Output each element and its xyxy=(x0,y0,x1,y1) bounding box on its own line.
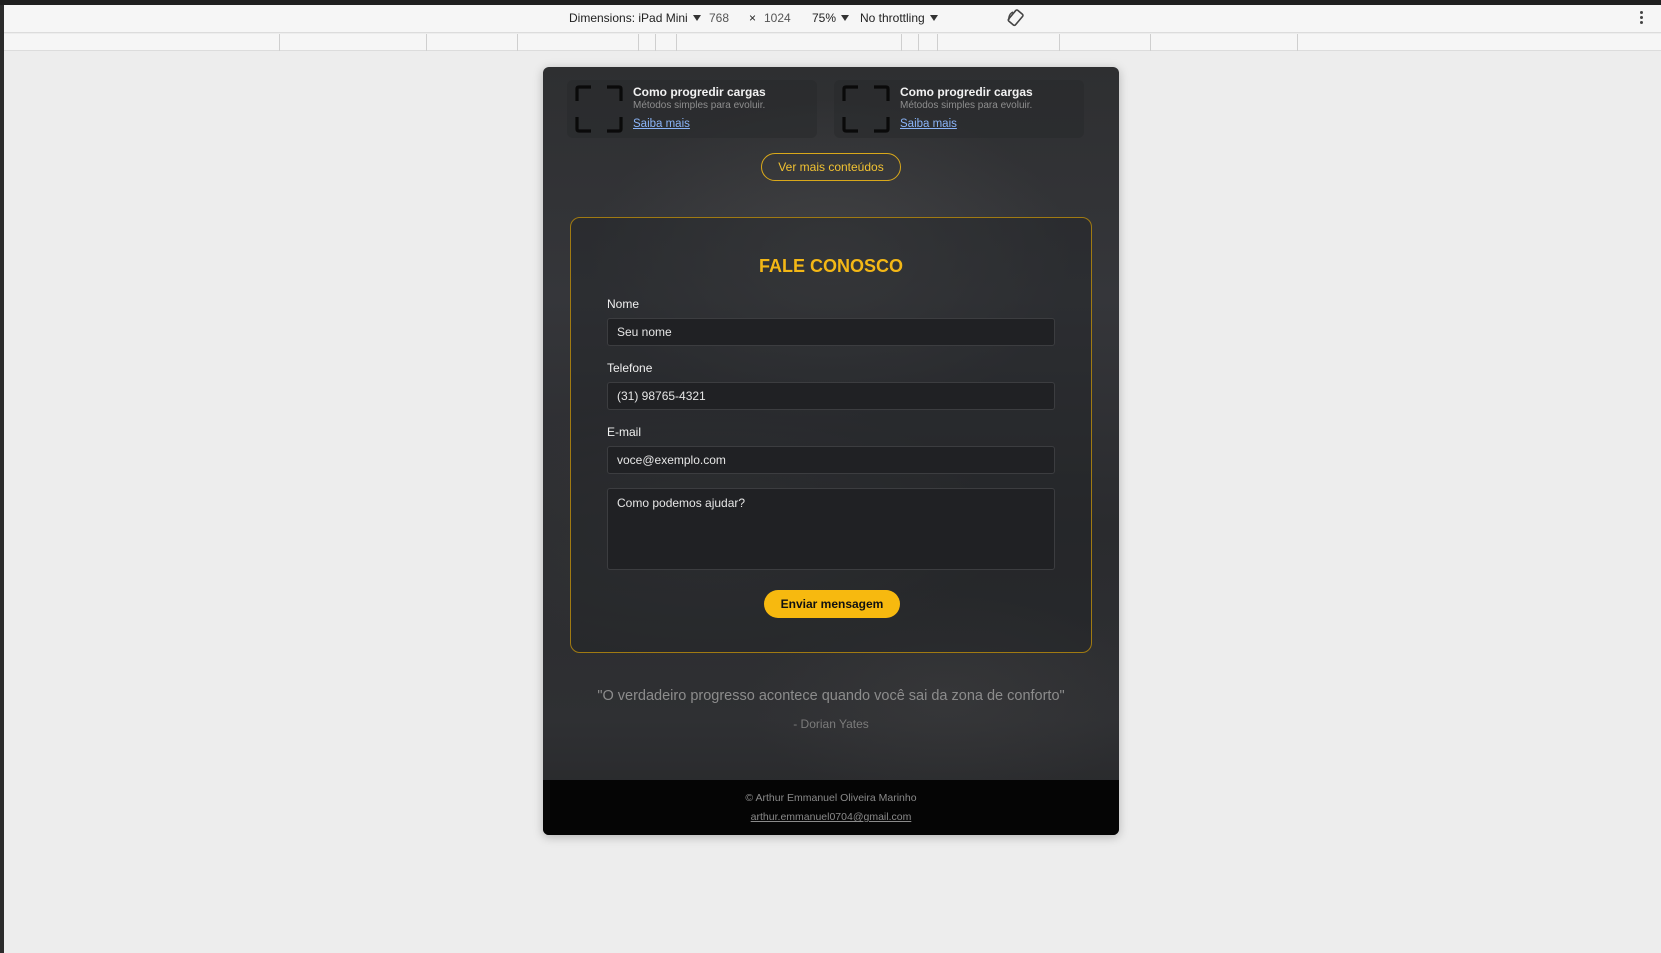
card-read-more-link[interactable]: Saiba mais xyxy=(633,118,690,130)
throttling-select[interactable]: No throttling xyxy=(860,11,938,25)
frame-icon xyxy=(842,85,890,133)
content-card: Como progredir cargas Métodos simples pa… xyxy=(567,80,817,138)
email-label: E-mail xyxy=(607,425,642,439)
name-input[interactable]: Seu nome xyxy=(607,318,1055,346)
card-description: Métodos simples para evoluir. xyxy=(633,100,766,111)
footer-email-link[interactable]: arthur.emmanuel0704@gmail.com xyxy=(543,811,1119,823)
message-textarea[interactable]: Como podemos ajudar? xyxy=(607,488,1055,570)
viewport-width-input[interactable]: 768 xyxy=(709,11,729,25)
viewport-height-input[interactable]: 1024 xyxy=(764,11,791,25)
contact-form: FALE CONOSCO Nome Seu nome Telefone (31)… xyxy=(570,217,1092,653)
send-message-button[interactable]: Enviar mensagem xyxy=(764,590,900,618)
device-toolbar: Dimensions: iPad Mini 768 × 1024 75% No … xyxy=(4,5,1661,33)
name-label: Nome xyxy=(607,297,640,311)
card-title: Como progredir cargas xyxy=(633,85,766,99)
frame-icon xyxy=(575,85,623,133)
rotate-icon[interactable] xyxy=(1007,9,1025,27)
quote-author: - Dorian Yates xyxy=(793,717,869,731)
content-card: Como progredir cargas Métodos simples pa… xyxy=(834,80,1084,138)
phone-input[interactable]: (31) 98765-4321 xyxy=(607,382,1055,410)
phone-label: Telefone xyxy=(607,361,653,375)
quote-text: "O verdadeiro progresso acontece quando … xyxy=(597,688,1065,704)
contact-form-title: FALE CONOSCO xyxy=(758,256,903,276)
card-title: Como progredir cargas xyxy=(900,85,1033,99)
dimension-separator: × xyxy=(749,11,757,25)
email-input[interactable]: voce@exemplo.com xyxy=(607,446,1055,474)
footer-copyright: © Arthur Emmanuel Oliveira Marinho xyxy=(745,792,917,804)
device-dimensions-select[interactable]: Dimensions: iPad Mini xyxy=(569,11,701,25)
more-options-icon[interactable] xyxy=(1640,11,1644,25)
more-content-button[interactable]: Ver mais conteúdos xyxy=(761,153,901,181)
page-footer: © Arthur Emmanuel Oliveira Marinho arthu… xyxy=(543,780,1119,835)
zoom-select[interactable]: 75% xyxy=(812,11,849,25)
device-viewport: Como progredir cargas Métodos simples pa… xyxy=(543,67,1119,835)
card-read-more-link[interactable]: Saiba mais xyxy=(900,118,957,130)
media-query-ruler xyxy=(4,34,1661,51)
card-description: Métodos simples para evoluir. xyxy=(900,100,1033,111)
